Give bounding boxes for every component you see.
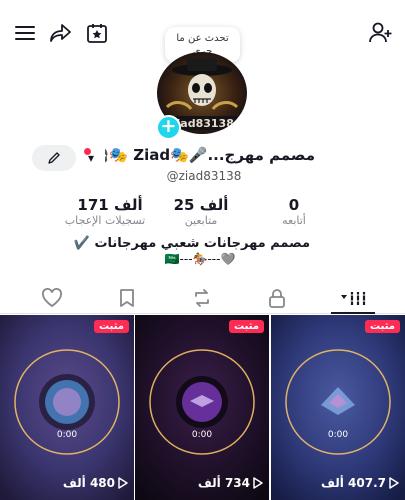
lock-icon [269, 289, 285, 308]
video-thumbnail[interactable]: مثبت 0:00 407.7 ألف [271, 315, 405, 500]
repost-icon [195, 289, 209, 307]
pinned-badge: مثبت [365, 320, 400, 333]
tab-reposts[interactable] [182, 286, 222, 310]
add-avatar-button[interactable]: + [156, 115, 181, 140]
tab-private[interactable] [257, 286, 297, 310]
bookmark-icon [120, 289, 134, 307]
play-icon [389, 477, 399, 489]
add-user-icon[interactable] [368, 20, 394, 46]
followers-count[interactable]: 25 ألف [166, 196, 236, 214]
view-count-label: 734 ألف [197, 476, 250, 490]
view-count: 407.7 ألف [321, 476, 399, 490]
pinned-badge: مثبت [94, 320, 129, 333]
pinned-badge: مثبت [229, 320, 264, 333]
view-count-label: 480 ألف [62, 476, 115, 490]
video-thumbnail[interactable]: مثبت 0:00 734 ألف [135, 315, 269, 500]
calendar-star-icon[interactable] [84, 20, 110, 46]
view-count-label: 407.7 ألف [320, 476, 386, 490]
video-grid: مثبت 0:00 480 ألف مثبت 0:00 734 ألف مثبت… [0, 315, 405, 500]
edit-profile-button[interactable] [32, 145, 76, 171]
bio-line-1: مصمم مهرجانات شعبي مهرجانات ✔️ [73, 236, 310, 251]
play-icon [118, 477, 128, 489]
likes-label: تسجيلات الإعجاب [64, 214, 146, 227]
following-count[interactable]: 0 [259, 196, 329, 214]
menu-icon[interactable] [12, 20, 38, 46]
tab-videos[interactable] [335, 286, 375, 310]
video-timer: 0:00 [191, 430, 213, 440]
pencil-icon [48, 152, 60, 164]
view-count: 734 ألف [198, 476, 263, 490]
view-count: 480 ألف [63, 476, 128, 490]
following-label: أتابعه [282, 214, 306, 227]
profile-tabs [0, 282, 405, 314]
chevron-down-icon[interactable]: ▾ [88, 151, 94, 165]
heart-icon [42, 288, 62, 308]
grid-videos-icon [341, 292, 366, 305]
active-tab-indicator [331, 312, 375, 314]
display-name: مصمم مهرج...🎤🎭Ziad 🎭🎧 [105, 146, 315, 164]
username: @ziad83138 [166, 169, 242, 183]
video-timer: 0:00 [327, 430, 349, 440]
share-icon[interactable] [48, 20, 74, 46]
bio-line-2: 🇸🇦---🏇---🩶 [164, 252, 236, 266]
likes-count[interactable]: 171 ألف [75, 196, 145, 214]
followers-label: متابعين [184, 214, 218, 227]
play-icon [253, 477, 263, 489]
bubble-line-1: تحدث عن ما [176, 33, 229, 44]
tab-liked[interactable] [32, 286, 72, 310]
video-thumbnail[interactable]: مثبت 0:00 480 ألف [0, 315, 134, 500]
tab-saved[interactable] [107, 286, 147, 310]
video-timer: 0:00 [56, 430, 78, 440]
